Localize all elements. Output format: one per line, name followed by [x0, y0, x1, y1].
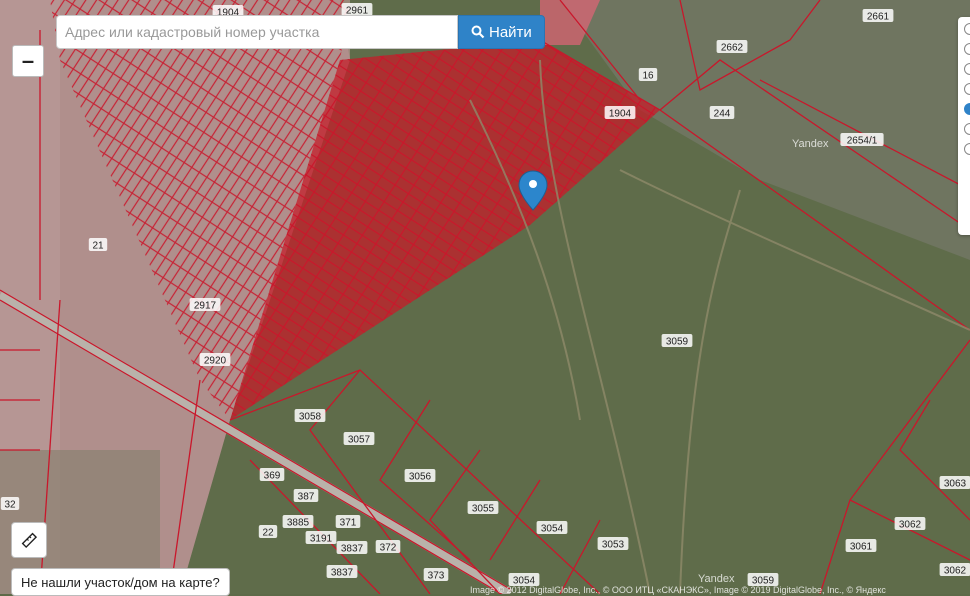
parcel-label[interactable]: 21 — [92, 241, 104, 252]
yandex-watermark: Yandex — [792, 138, 829, 150]
parcel-label[interactable]: 372 — [380, 543, 397, 554]
ruler-icon — [21, 532, 38, 549]
parcel-label[interactable]: 3062 — [944, 566, 967, 577]
parcel-label[interactable]: 3058 — [299, 412, 322, 423]
satellite-map[interactable]: 1904 296126612662161904 2442654/1212917292… — [0, 0, 970, 594]
search-input[interactable] — [56, 15, 458, 49]
parcel-not-found-button[interactable]: Не нашли участок/дом на карте? — [11, 568, 230, 596]
parcel-label[interactable]: 3837 — [341, 544, 364, 555]
parcel-label[interactable]: 3837 — [331, 568, 354, 579]
parcel-label[interactable]: 16 — [642, 71, 654, 82]
layer-radio[interactable] — [964, 83, 970, 95]
layer-panel — [958, 17, 970, 235]
parcel-label[interactable]: 3055 — [472, 504, 495, 515]
layer-radio[interactable] — [964, 43, 970, 55]
parcel-label[interactable]: 3057 — [348, 435, 371, 446]
search-button-label: Найти — [489, 23, 532, 41]
parcel-label[interactable]: 387 — [298, 492, 315, 503]
parcel-label[interactable]: 369 — [264, 471, 281, 482]
parcel-label[interactable]: 244 — [714, 109, 731, 120]
not-found-label: Не нашли участок/дом на карте? — [21, 574, 220, 590]
parcel-label[interactable]: 2661 — [867, 12, 890, 23]
parcel-label[interactable]: 3059 — [666, 337, 689, 348]
parcel-label[interactable]: 371 — [340, 518, 357, 529]
parcel-label[interactable]: 3061 — [850, 542, 873, 553]
parcel-label[interactable]: 22 — [262, 528, 274, 539]
parcel-label[interactable]: 1904 — [609, 109, 632, 120]
parcel-label[interactable]: 3885 — [287, 518, 310, 529]
parcel-label[interactable]: 373 — [428, 571, 445, 582]
parcel-label[interactable]: 2654/1 — [847, 136, 878, 147]
layer-radio[interactable] — [964, 23, 970, 35]
parcel-label[interactable]: 3053 — [602, 540, 625, 551]
parcel-label[interactable]: 2917 — [194, 301, 217, 312]
parcel-label[interactable]: 3054 — [541, 524, 564, 535]
layer-radio[interactable] — [964, 143, 970, 155]
layer-radio[interactable] — [964, 103, 970, 115]
zoom-out-label: – — [21, 48, 35, 73]
parcel-label[interactable]: 32 — [4, 500, 16, 511]
search-bar: Найти — [56, 15, 545, 49]
layer-radio[interactable] — [964, 123, 970, 135]
measure-ruler-button[interactable] — [11, 522, 47, 558]
parcel-label[interactable]: 3056 — [409, 472, 432, 483]
layer-radio[interactable] — [964, 63, 970, 75]
parcel-label[interactable]: 3063 — [944, 479, 967, 490]
zoom-out-button[interactable]: – — [12, 45, 44, 77]
parcel-label[interactable]: 3191 — [310, 534, 333, 545]
search-button[interactable]: Найти — [458, 15, 545, 49]
parcel-label[interactable]: 2662 — [721, 43, 744, 54]
parcel-label[interactable]: 3062 — [899, 520, 922, 531]
yandex-watermark: Yandex — [698, 573, 735, 585]
parcel-label[interactable]: 2920 — [204, 356, 227, 367]
search-icon — [471, 25, 485, 39]
